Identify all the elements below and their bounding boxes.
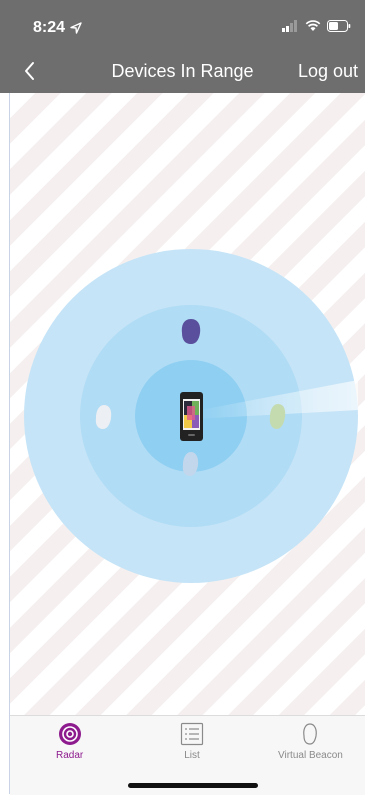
tab-radar[interactable]: Radar xyxy=(56,722,83,761)
tab-list[interactable]: List xyxy=(180,722,204,761)
list-icon xyxy=(180,722,204,746)
back-chevron-icon[interactable] xyxy=(20,60,40,82)
cellular-signal-icon xyxy=(282,20,297,32)
wifi-icon xyxy=(305,20,321,31)
phone-icon xyxy=(180,392,203,441)
radar-view xyxy=(10,93,365,715)
tab-virtual-beacon-label: Virtual Beacon xyxy=(278,750,343,761)
battery-icon xyxy=(327,20,351,32)
logout-button[interactable]: Log out xyxy=(298,61,358,82)
status-bar: 8:24 xyxy=(0,0,365,50)
tab-list-label: List xyxy=(184,750,200,761)
tab-virtual-beacon[interactable]: Virtual Beacon xyxy=(278,722,343,761)
radar-icon xyxy=(58,723,81,745)
beacon-icon[interactable] xyxy=(181,319,201,344)
virtual-beacon-icon xyxy=(303,723,318,745)
navigation-bar: Devices In Range Log out xyxy=(0,50,365,93)
status-time: 8:24 xyxy=(33,19,66,36)
radar-graphic xyxy=(24,249,358,583)
home-indicator xyxy=(128,783,258,788)
status-icons xyxy=(281,20,351,32)
tab-radar-label: Radar xyxy=(56,750,84,761)
location-arrow-icon xyxy=(70,22,82,34)
